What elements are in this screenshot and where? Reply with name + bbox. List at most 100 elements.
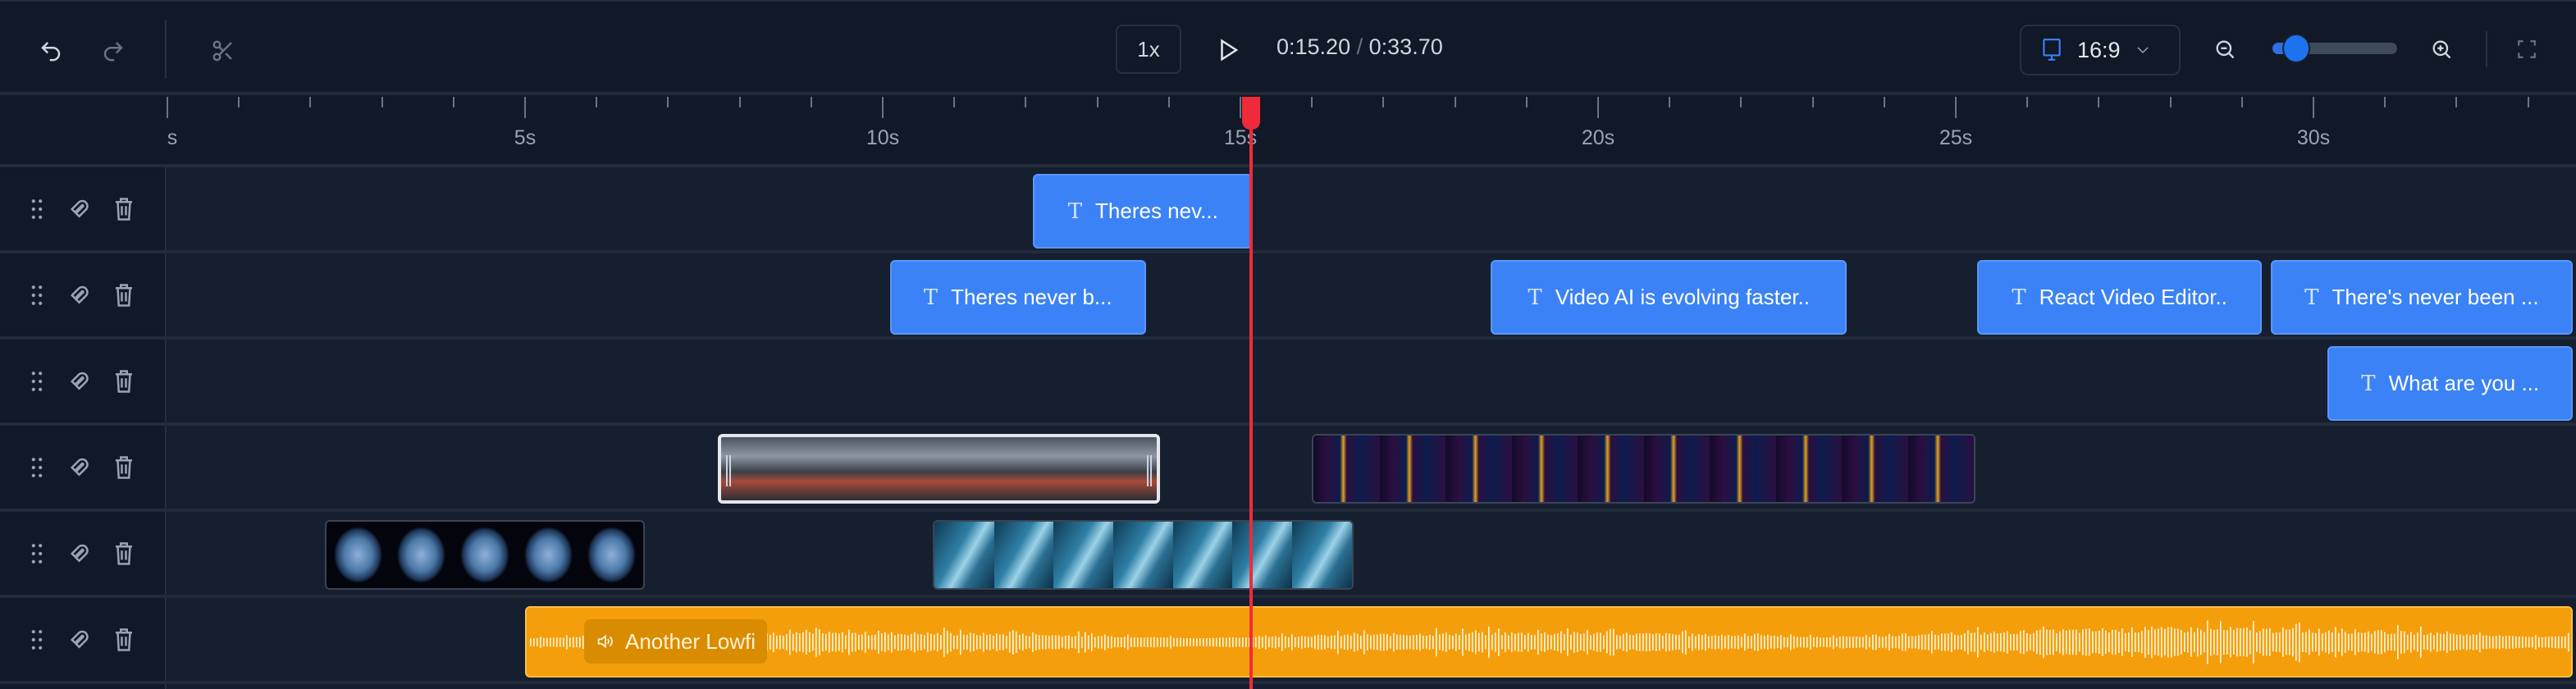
waveform-bar xyxy=(2013,633,2015,651)
drag-handle-icon[interactable] xyxy=(31,457,43,482)
waveform-bar xyxy=(1629,634,1631,650)
text-clip[interactable]: T Video AI is evolving faster.. xyxy=(1491,260,1848,335)
waveform-bar xyxy=(2476,634,2478,650)
split-button[interactable] xyxy=(205,33,241,69)
waveform-bar xyxy=(550,637,551,647)
waveform-bar xyxy=(2161,627,2163,658)
play-button[interactable] xyxy=(1209,31,1247,69)
waveform-bar xyxy=(2305,632,2307,653)
waveform-bar xyxy=(2059,631,2061,654)
waveform-bar xyxy=(1665,632,1667,652)
waveform-bar xyxy=(2190,627,2192,658)
trash-icon[interactable] xyxy=(113,369,135,398)
video-clip[interactable] xyxy=(933,520,1354,590)
undo-button[interactable] xyxy=(33,33,69,69)
waveform-bar xyxy=(1698,634,1700,650)
zoom-slider[interactable] xyxy=(2272,34,2397,63)
zoom-out-button[interactable] xyxy=(2207,31,2243,67)
waveform-bar xyxy=(1659,633,1660,651)
waveform-bar xyxy=(1318,634,1319,650)
playback-speed-button[interactable]: 1x xyxy=(1116,25,1181,74)
magnet-icon[interactable] xyxy=(69,283,94,312)
drag-handle-icon[interactable] xyxy=(31,371,43,396)
waveform-bar xyxy=(1508,635,1510,650)
waveform-bar xyxy=(1209,638,1211,646)
redo-button[interactable] xyxy=(95,33,131,69)
zoom-slider-thumb[interactable] xyxy=(2282,34,2310,63)
drag-handle-icon[interactable] xyxy=(31,198,43,224)
waveform-bar xyxy=(2122,628,2123,656)
aspect-ratio-select[interactable]: 16:9 xyxy=(2020,25,2181,75)
trash-icon[interactable] xyxy=(113,627,135,656)
video-clip[interactable] xyxy=(1312,434,1976,504)
text-clip[interactable]: T Theres never b... xyxy=(889,260,1146,335)
drag-handle-icon[interactable] xyxy=(31,543,43,568)
waveform-bar xyxy=(891,632,893,653)
trash-icon[interactable] xyxy=(113,283,135,312)
drag-handle-icon[interactable] xyxy=(31,285,43,310)
waveform-bar xyxy=(2469,635,2471,650)
waveform-bar xyxy=(1931,631,1933,654)
text-clip[interactable]: T React Video Editor.. xyxy=(1977,260,2262,335)
text-clip[interactable]: T Theres nev... xyxy=(1033,174,1254,249)
audio-clip-label: Another Lowfi xyxy=(584,619,767,664)
waveform-bar xyxy=(1967,630,1969,655)
magnet-icon[interactable] xyxy=(69,369,94,398)
magnet-icon[interactable] xyxy=(69,197,94,226)
waveform-bar xyxy=(2016,633,2018,651)
trim-handle-right[interactable] xyxy=(1147,455,1153,486)
waveform-bar xyxy=(1889,633,1890,651)
waveform-bar xyxy=(2230,627,2231,658)
video-clip[interactable] xyxy=(324,520,646,590)
waveform-bar xyxy=(1360,635,1362,650)
magnet-icon[interactable] xyxy=(69,541,94,570)
trim-handle-left[interactable] xyxy=(726,455,732,486)
playhead-line[interactable] xyxy=(1249,97,1254,689)
trash-icon[interactable] xyxy=(113,455,135,484)
waveform-bar xyxy=(2482,635,2484,650)
video-clip[interactable] xyxy=(718,434,1161,504)
waveform-bar xyxy=(1308,637,1309,648)
waveform-bar xyxy=(1062,637,1063,648)
drag-handle-icon[interactable] xyxy=(31,629,43,655)
video-thumbnail xyxy=(1511,436,1578,502)
waveform-bar xyxy=(1751,636,1752,649)
waveform-bar xyxy=(1416,634,1418,650)
fullscreen-button[interactable] xyxy=(2509,31,2545,67)
text-clip[interactable]: T There's never been ... xyxy=(2270,260,2573,335)
waveform-bar xyxy=(1400,635,1401,650)
timeline-ruler[interactable]: s 5s 10s 15s 20s 25s 30s xyxy=(0,97,2576,167)
trash-icon[interactable] xyxy=(113,197,135,226)
ruler-minor-tick xyxy=(2026,97,2029,107)
waveform-bar xyxy=(1537,629,1539,655)
waveform-bar xyxy=(2200,629,2202,655)
waveform-bar xyxy=(1281,633,1283,651)
waveform-bar xyxy=(973,632,975,652)
ruler-minor-tick xyxy=(953,97,956,107)
track-controls xyxy=(0,253,167,340)
trash-icon[interactable] xyxy=(113,541,135,570)
video-thumbnail xyxy=(1578,436,1644,502)
waveform-bar xyxy=(2463,635,2464,650)
magnet-icon[interactable] xyxy=(69,627,94,656)
playhead-handle[interactable] xyxy=(1242,97,1261,130)
audio-clip[interactable]: Another Lowfi xyxy=(525,606,2573,678)
text-clip[interactable]: T What are you ... xyxy=(2327,346,2573,421)
waveform-bar xyxy=(1058,635,1060,650)
ruler-major-tick xyxy=(524,97,526,118)
magnet-icon[interactable] xyxy=(69,455,94,484)
waveform-bar xyxy=(1623,633,1624,651)
waveform-bar xyxy=(1452,635,1454,650)
waveform-bar xyxy=(1639,633,1641,651)
zoom-in-button[interactable] xyxy=(2423,31,2460,67)
waveform-bar xyxy=(2407,634,2409,650)
waveform-bar xyxy=(2099,630,2100,655)
waveform-bar xyxy=(1501,635,1503,650)
waveform-bar xyxy=(2089,628,2090,656)
time-separator: / xyxy=(1356,34,1363,59)
waveform-bar xyxy=(1879,637,1880,648)
waveform-bar xyxy=(1275,636,1277,649)
waveform-bar xyxy=(1915,636,1916,649)
waveform-bar xyxy=(2414,634,2415,650)
waveform-bar xyxy=(1439,634,1441,650)
